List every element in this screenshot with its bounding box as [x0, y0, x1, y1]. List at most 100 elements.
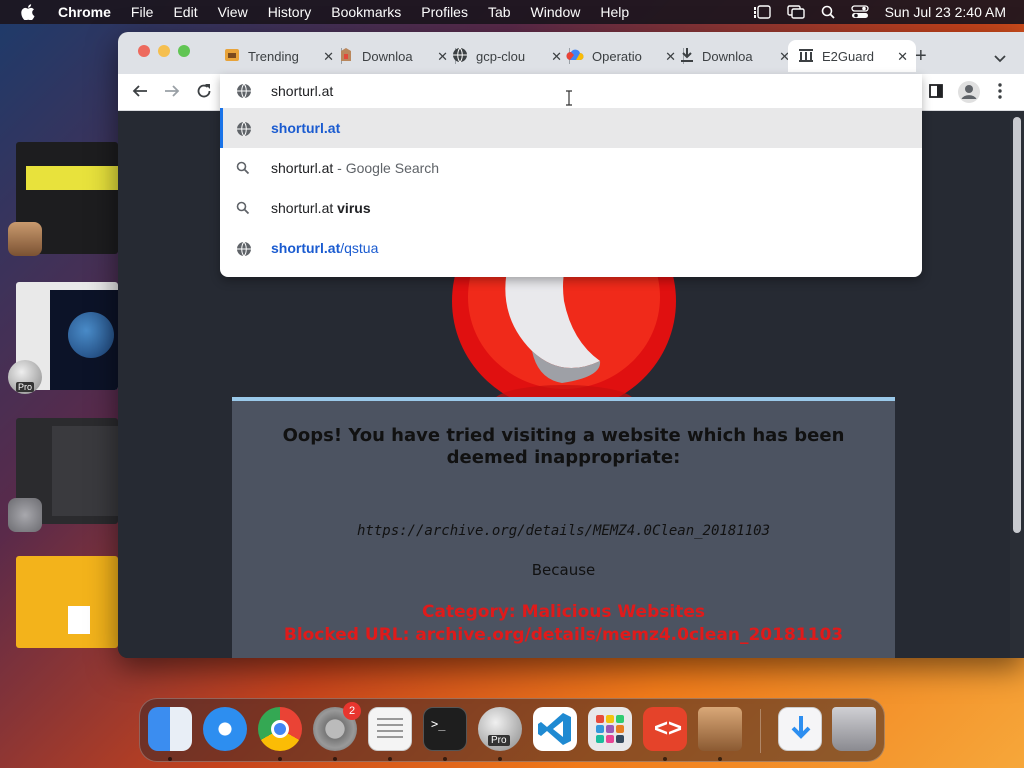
- globe-icon: [236, 241, 252, 260]
- search-icon: [236, 161, 250, 178]
- menu-view[interactable]: View: [218, 4, 248, 20]
- terminal-icon[interactable]: >_: [423, 707, 467, 751]
- tab-title: Operatio: [592, 49, 654, 64]
- globe-icon: [452, 47, 468, 66]
- menu-history[interactable]: History: [268, 4, 312, 20]
- safari-icon[interactable]: [203, 707, 247, 751]
- globe-icon: [236, 121, 252, 140]
- spotlight-search-icon[interactable]: [821, 5, 835, 19]
- menu-tab[interactable]: Tab: [488, 4, 511, 20]
- google-earth-pro-icon[interactable]: Pro: [478, 707, 522, 751]
- back-arrow-icon[interactable]: [132, 83, 148, 104]
- downloads-folder-icon[interactable]: [778, 707, 822, 751]
- vscode-icon[interactable]: [533, 707, 577, 751]
- menubar-clock[interactable]: Sun Jul 23 2:40 AM: [885, 4, 1006, 20]
- suggestion-source: - Google Search: [333, 160, 439, 176]
- running-indicator: [443, 757, 447, 761]
- menu-file[interactable]: File: [131, 4, 154, 20]
- suggestion-row[interactable]: shorturl.at - Google Search: [220, 148, 922, 188]
- suggestion-query: shorturl.at: [271, 160, 333, 176]
- menu-profiles[interactable]: Profiles: [421, 4, 468, 20]
- tab-strip: Trending ✕ Downloa ✕ gcp-clou ✕ Operatio…: [118, 32, 1024, 74]
- remote-desktop-icon[interactable]: <>: [643, 707, 687, 751]
- dock: 2 >_ Pro <>: [139, 698, 885, 762]
- zoom-window-button[interactable]: [178, 45, 190, 57]
- reload-icon[interactable]: [196, 83, 212, 104]
- textedit-icon[interactable]: [368, 707, 412, 751]
- forward-arrow-icon[interactable]: [164, 83, 180, 104]
- block-category: Category: Malicious Websites: [232, 601, 895, 624]
- dock-pro-label: Pro: [488, 735, 510, 746]
- tab-title: Trending: [248, 49, 310, 64]
- close-window-button[interactable]: [138, 45, 150, 57]
- block-blocked-url: Blocked URL: archive.org/details/memz4.0…: [232, 624, 895, 647]
- tab-operations[interactable]: Operatio ✕: [556, 40, 684, 72]
- suggestion-row[interactable]: shorturl.at: [220, 108, 922, 148]
- running-indicator: [333, 757, 337, 761]
- minimize-window-button[interactable]: [158, 45, 170, 57]
- tab-title: E2Guard: [822, 49, 884, 64]
- stage-app-icon-2: Pro: [8, 360, 42, 394]
- stage-app-icon-1: [8, 222, 42, 256]
- stage-thumbnail-4[interactable]: [16, 556, 118, 648]
- search-icon: [236, 201, 250, 218]
- tab-gcp-cloud[interactable]: gcp-clou ✕: [442, 40, 570, 72]
- menu-bookmarks[interactable]: Bookmarks: [331, 4, 401, 20]
- page-scrollbar[interactable]: [1010, 111, 1024, 658]
- menu-edit[interactable]: Edit: [173, 4, 197, 20]
- apple-icon[interactable]: [16, 4, 40, 20]
- trending-icon: [224, 47, 240, 66]
- running-indicator: [388, 757, 392, 761]
- suggestion-path: /qstua: [340, 240, 378, 256]
- finder-icon[interactable]: [148, 707, 192, 751]
- close-tab-icon[interactable]: ✕: [897, 49, 908, 65]
- running-indicator: [168, 757, 172, 761]
- suggestion-url: shorturl.at: [271, 120, 340, 136]
- running-indicator: [663, 757, 667, 761]
- menu-app-name[interactable]: Chrome: [58, 4, 111, 20]
- suggestion-row[interactable]: shorturl.at virus: [220, 188, 922, 228]
- tab-title: Downloa: [702, 49, 764, 64]
- tab-trending[interactable]: Trending ✕: [214, 40, 342, 72]
- tab-title: gcp-clou: [476, 49, 538, 64]
- tab-download-1[interactable]: Downloa ✕: [328, 40, 456, 72]
- trash-icon[interactable]: [832, 707, 876, 751]
- text-cursor-icon: [566, 90, 572, 111]
- dock-separator: [760, 709, 761, 753]
- stage-manager-icon[interactable]: [753, 5, 771, 19]
- suggestion-row[interactable]: shorturl.at/qstua: [220, 228, 922, 268]
- suggestion-completion: virus: [337, 200, 370, 216]
- more-options-icon[interactable]: [998, 83, 1002, 104]
- block-message-card: Oops! You have tried visiting a website …: [232, 397, 895, 658]
- chrome-icon[interactable]: [258, 707, 302, 751]
- stage-app-icon-3: [8, 498, 42, 532]
- address-bar-text[interactable]: shorturl.at: [271, 83, 333, 99]
- menu-window[interactable]: Window: [531, 4, 581, 20]
- stage-pro-label: Pro: [16, 382, 34, 392]
- globe-icon: [236, 83, 252, 104]
- tab-e2guardian[interactable]: E2Guard ✕: [788, 40, 916, 72]
- menu-help[interactable]: Help: [600, 4, 629, 20]
- running-indicator: [498, 757, 502, 761]
- new-tab-button[interactable]: +: [915, 45, 927, 68]
- because-label: Because: [232, 561, 895, 579]
- tab-download-2[interactable]: Downloa ✕: [670, 40, 798, 72]
- menu-bar: Chrome File Edit View History Bookmarks …: [0, 0, 1024, 24]
- archive-utility-icon[interactable]: [698, 707, 742, 751]
- download-icon: [680, 47, 694, 66]
- tab-search-chevron-icon[interactable]: [994, 50, 1006, 68]
- launchpad-icon[interactable]: [588, 707, 632, 751]
- tab-title: Downloa: [362, 49, 424, 64]
- building-icon: [798, 47, 814, 66]
- scrollbar-thumb[interactable]: [1013, 117, 1021, 533]
- profile-avatar-icon[interactable]: [958, 81, 980, 108]
- app-icon: [338, 47, 354, 66]
- suggestion-query: shorturl.at: [271, 200, 337, 216]
- side-panel-icon[interactable]: [928, 83, 944, 104]
- suggestion-url: shorturl.at: [271, 240, 340, 256]
- notification-badge: 2: [343, 702, 361, 720]
- running-indicator: [718, 757, 722, 761]
- blocked-url-text: https://archive.org/details/MEMZ4.0Clean…: [232, 523, 895, 539]
- control-center-icon[interactable]: [851, 5, 869, 19]
- screen-mirroring-icon[interactable]: [787, 5, 805, 19]
